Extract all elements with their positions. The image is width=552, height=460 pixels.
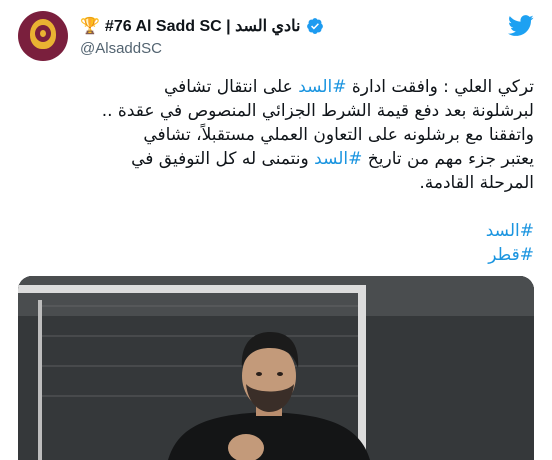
tweet-text-segment: لبرشلونة بعد دفع قيمة الشرط الجزائي المن… — [101, 101, 534, 121]
tweet-text-line: واتفقنا مع برشلونه على التعاون العملي مس… — [18, 123, 534, 147]
account-name-row[interactable]: 🏆 #76 Al Sadd SC | نادي السد — [80, 15, 324, 37]
tweet-text-segment: يعتبر جزء مهم من تاريخ — [362, 149, 534, 169]
tweet-text-line: المرحلة القادمة. — [18, 171, 534, 195]
tweet-text-segment: تركي العلي : وافقت ادارة — [346, 77, 534, 97]
tweet-text: تركي العلي : وافقت ادارة #السد على انتقا… — [18, 75, 534, 195]
tweet-text-line: لبرشلونة بعد دفع قيمة الشرط الجزائي المن… — [18, 99, 534, 123]
hashtag-link[interactable]: #السد — [486, 221, 534, 241]
hashtag-link[interactable]: #السد — [314, 149, 362, 169]
verified-badge-icon — [306, 18, 323, 34]
tweet-text-line: تركي العلي : وافقت ادارة #السد على انتقا… — [18, 75, 534, 99]
tweet-text-line: يعتبر جزء مهم من تاريخ #السد ونتمنى له ك… — [18, 147, 534, 171]
twitter-bird-icon[interactable] — [508, 15, 534, 37]
tweet-text-segment: على انتقال تشافي — [163, 77, 299, 97]
account-handle[interactable]: @AlsaddSC — [80, 40, 162, 57]
avatar-crest-dot — [40, 30, 46, 37]
photo-scene — [18, 276, 534, 460]
display-name[interactable]: #76 Al Sadd SC | نادي السد — [105, 16, 301, 36]
tweet-card: 🏆 #76 Al Sadd SC | نادي السد @AlsaddSC ت… — [0, 0, 552, 460]
hashtag-link[interactable]: #قطر — [488, 245, 534, 265]
goal-post — [358, 285, 366, 460]
goal-crossbar — [18, 285, 366, 293]
hashtag-link[interactable]: #السد — [298, 77, 346, 97]
tweet-text-segment: ونتمنى له كل التوفيق في — [131, 149, 315, 169]
trophy-icon: 🏆 — [80, 16, 100, 35]
tweet-photo[interactable] — [18, 276, 534, 460]
tweet-text-segment: واتفقنا مع برشلونه على التعاون العملي مس… — [143, 125, 534, 145]
avatar[interactable] — [18, 11, 68, 61]
tweet-text-segment: المرحلة القادمة. — [419, 173, 534, 193]
hashtag-list: #السد #قطر — [18, 219, 534, 267]
